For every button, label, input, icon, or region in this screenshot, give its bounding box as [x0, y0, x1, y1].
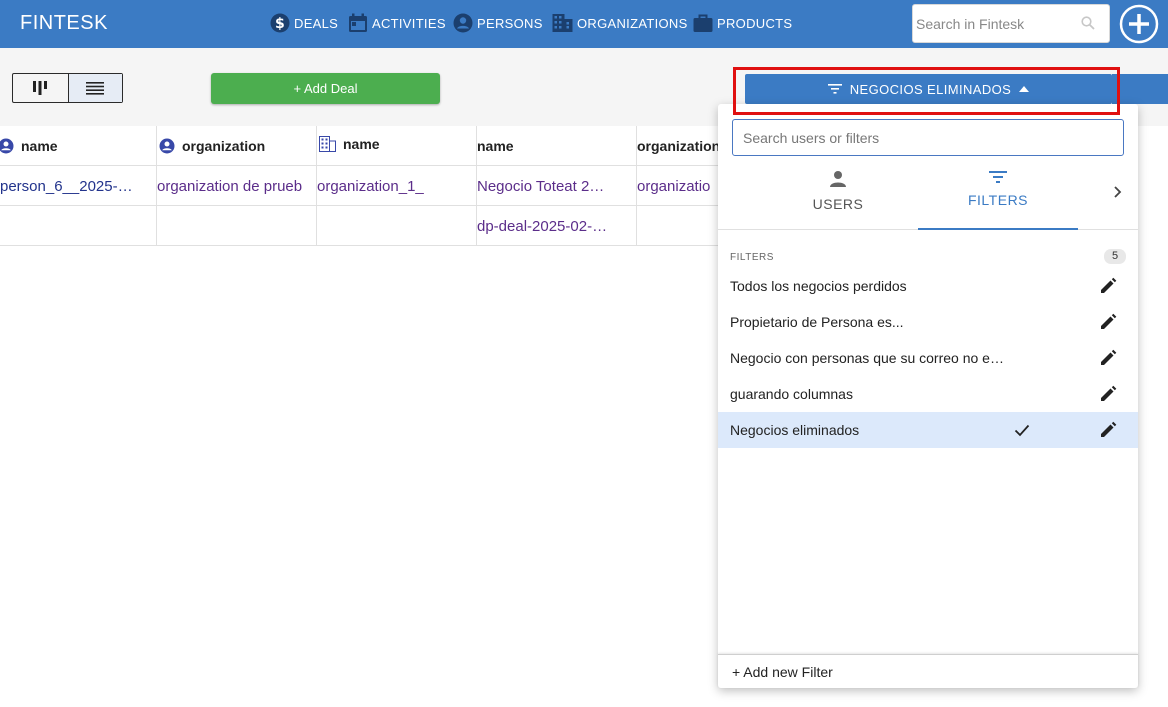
- pipeline-view-button[interactable]: [13, 74, 68, 102]
- global-search[interactable]: [912, 4, 1110, 43]
- nav-deals-label: DEALS: [294, 15, 339, 31]
- table-cell[interactable]: organization de prueb: [157, 166, 317, 206]
- add-circle-icon[interactable]: [1119, 4, 1159, 44]
- global-search-input[interactable]: [913, 5, 1083, 42]
- filters-count-badge: 5: [1104, 249, 1126, 264]
- briefcase-icon: [693, 14, 713, 32]
- list-icon: [86, 82, 105, 95]
- table-cell: [0, 206, 157, 246]
- filter-item[interactable]: Todos los negocios perdidos: [718, 268, 1138, 304]
- nav-products[interactable]: PRODUCTS: [693, 12, 792, 34]
- filter-item-label: Negocio con personas que su correo no e…: [730, 350, 1004, 366]
- building-icon: [319, 136, 336, 152]
- table-cell[interactable]: Negocio Toteat 2…: [477, 166, 637, 206]
- dollar-circle-icon: $: [270, 13, 290, 33]
- filter-item-label: Negocios eliminados: [730, 422, 860, 438]
- nav-products-label: PRODUCTS: [717, 15, 793, 31]
- table-cell: [157, 206, 317, 246]
- filter-item-label: guarando columnas: [730, 386, 853, 402]
- pencil-icon[interactable]: [1099, 277, 1117, 295]
- column-header-label: organization: [637, 137, 721, 154]
- table-cell[interactable]: person_6__2025-…: [0, 166, 157, 206]
- app-title[interactable]: FINTESK: [20, 12, 108, 35]
- nav-activities[interactable]: ACTIVITIES: [348, 12, 446, 34]
- nav-persons-label: PERSONS: [477, 15, 543, 31]
- nav-organizations-label: ORGANIZATIONS: [577, 15, 688, 31]
- table-cell[interactable]: organization_1_: [317, 166, 477, 206]
- column-header[interactable]: organization: [157, 126, 317, 166]
- table-cell[interactable]: dp-deal-2025-02-…: [477, 206, 637, 246]
- filter-item[interactable]: guarando columnas: [718, 376, 1138, 412]
- nav-activities-label: ACTIVITIES: [372, 15, 446, 31]
- filters-section-title: FILTERS: [730, 252, 774, 263]
- pencil-icon[interactable]: [1099, 385, 1117, 403]
- nav-persons[interactable]: PERSONS: [453, 12, 543, 34]
- view-toggle: [12, 73, 123, 103]
- dropdown-tabs: USERS FILTERS: [718, 164, 1138, 230]
- filter-dropdown: USERS FILTERS FILTERS 5 Todos los negoci…: [718, 104, 1138, 688]
- filter-item[interactable]: Negocio con personas que su correo no e…: [718, 340, 1138, 376]
- column-header-label: name: [21, 137, 58, 154]
- check-icon: [1014, 424, 1030, 437]
- person-circle-icon: [159, 138, 175, 153]
- filter-select-button[interactable]: NEGOCIOS ELIMINADOS: [745, 74, 1112, 104]
- person-circle-icon: [453, 13, 473, 33]
- tab-filters[interactable]: FILTERS: [918, 164, 1078, 230]
- filter-item-selected[interactable]: Negocios eliminados: [718, 412, 1138, 448]
- filter-item[interactable]: Propietario de Persona es...: [718, 304, 1138, 340]
- filter-item-label: Propietario de Persona es...: [730, 314, 904, 330]
- add-deal-button[interactable]: + Add Deal: [211, 73, 440, 104]
- table-cell: [637, 206, 727, 246]
- person-icon: [830, 171, 846, 187]
- table-cell: [317, 206, 477, 246]
- chevron-right-icon[interactable]: [1108, 182, 1128, 202]
- filter-icon: [827, 84, 842, 94]
- table-cell[interactable]: organizatio: [637, 166, 727, 206]
- column-header-label: name: [477, 137, 514, 154]
- dropdown-search[interactable]: [732, 119, 1124, 156]
- building-icon: [552, 14, 573, 32]
- nav-deals[interactable]: $ DEALS: [270, 12, 338, 34]
- column-header[interactable]: name: [317, 126, 477, 166]
- column-header[interactable]: organization: [637, 126, 727, 166]
- pencil-icon[interactable]: [1099, 349, 1117, 367]
- pencil-icon[interactable]: [1099, 421, 1117, 439]
- filter-icon: [989, 171, 1007, 183]
- pencil-icon[interactable]: [1099, 313, 1117, 331]
- column-header-label: organization: [182, 137, 266, 154]
- column-header-label: name: [343, 136, 380, 152]
- column-header[interactable]: name: [477, 126, 637, 166]
- caret-up-icon: [1019, 86, 1030, 92]
- filter-item-label: Todos los negocios perdidos: [730, 278, 907, 294]
- dropdown-search-input[interactable]: [733, 120, 1123, 155]
- pipeline-icon: [33, 81, 48, 95]
- add-filter-footer[interactable]: + Add new Filter: [718, 654, 1138, 688]
- top-app-bar: FINTESK $ DEALS ACTIVITIES PERSONS ORGAN…: [0, 0, 1168, 48]
- nav-organizations[interactable]: ORGANIZATIONS: [552, 12, 688, 34]
- filter-select-label: NEGOCIOS ELIMINADOS: [849, 81, 1012, 97]
- search-icon[interactable]: [1081, 16, 1095, 30]
- svg-text:$: $: [275, 16, 285, 32]
- person-circle-icon: [0, 138, 14, 153]
- calendar-icon: [349, 13, 367, 32]
- filter-button-extension[interactable]: [1112, 74, 1168, 104]
- tab-filters-label: FILTERS: [967, 192, 1029, 208]
- column-header[interactable]: name: [0, 126, 157, 166]
- add-new-filter-link[interactable]: + Add new Filter: [732, 664, 833, 680]
- list-view-button[interactable]: [67, 74, 122, 102]
- tab-users-label: USERS: [812, 196, 864, 212]
- tab-users[interactable]: USERS: [758, 164, 918, 230]
